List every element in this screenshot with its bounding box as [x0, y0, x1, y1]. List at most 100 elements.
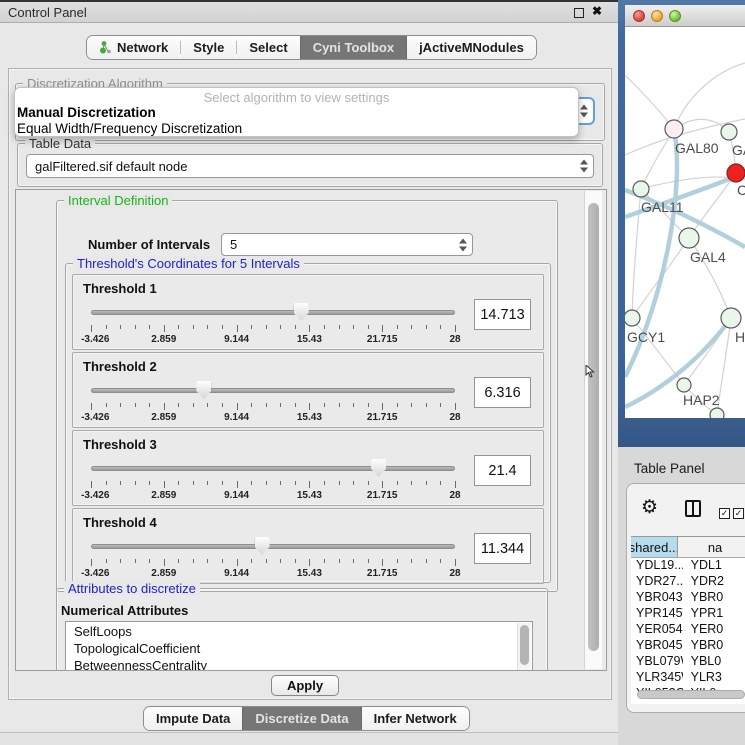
tab-select[interactable]: Select [237, 36, 299, 59]
close-icon[interactable]: ✖ [592, 4, 602, 18]
tab-impute-data[interactable]: Impute Data [144, 707, 242, 730]
tab-jactivemnodules[interactable]: jActiveMNodules [407, 36, 536, 59]
slider-track[interactable] [91, 466, 455, 471]
table-cell[interactable]: YDR2 [683, 574, 745, 590]
list-item[interactable]: BetweennessCentrality [66, 656, 532, 671]
threshold-value-field[interactable]: 11.344 [474, 533, 531, 564]
table-cell[interactable]: YER054C [631, 622, 683, 638]
apply-button[interactable]: Apply [271, 675, 339, 696]
split-columns-icon[interactable] [685, 500, 701, 517]
table-cell[interactable]: YBL0 [683, 654, 745, 670]
tick-mark [411, 481, 412, 485]
tick-mark [309, 559, 310, 566]
table-cell[interactable]: YDL1 [683, 558, 745, 574]
settings-vertical-scrollbar[interactable] [584, 191, 602, 669]
table-horizontal-scrollbar[interactable] [637, 690, 745, 699]
network-node-gal11[interactable] [633, 181, 649, 197]
table-cell[interactable]: YBR045C [631, 638, 683, 654]
slider-track[interactable] [91, 388, 455, 393]
column-header-name[interactable]: na [678, 537, 745, 557]
algorithm-placeholder-option[interactable]: Select algorithm to view settings [15, 90, 578, 105]
tick-label: 28 [449, 334, 460, 345]
slider-ticks [91, 403, 455, 411]
tick-mark [120, 559, 121, 563]
settings-scrollbar-thumb[interactable] [588, 203, 599, 651]
network-canvas[interactable]: GAL80 GA C GAL11 GAL4 GCY1 H HAP2 [625, 27, 745, 418]
network-node-gcy1[interactable] [625, 310, 640, 326]
tab-style[interactable]: Style [181, 36, 236, 59]
checkbox-icon[interactable]: ✓ [733, 508, 744, 519]
tick-label: 15.43 [297, 568, 322, 579]
threshold-slider[interactable]: -3.4262.8599.14415.4321.71528 [91, 457, 455, 503]
threshold-value-field[interactable]: 21.4 [474, 455, 531, 486]
slider-track[interactable] [91, 544, 455, 549]
attributes-list-scrollbar[interactable] [517, 623, 531, 671]
threshold-value-field[interactable]: 6.316 [474, 377, 531, 408]
slider-thumb[interactable] [255, 537, 270, 555]
table-row[interactable]: YDR27... YDR2 [631, 574, 745, 590]
algorithm-option-manual[interactable]: Manual Discretization [17, 105, 156, 120]
float-window-icon[interactable] [574, 8, 584, 18]
table-cell[interactable]: YLR345W [631, 670, 683, 686]
network-node-gal80[interactable] [665, 120, 683, 138]
tab-discretize-data[interactable]: Discretize Data [242, 707, 361, 730]
threshold-slider[interactable]: -3.4262.8599.14415.4321.71528 [91, 301, 455, 347]
table-row[interactable]: YBR045C YBR0 [631, 638, 745, 654]
network-node-h[interactable] [721, 308, 741, 328]
numerical-attributes-label: Numerical Attributes [61, 603, 188, 618]
table-cell[interactable]: YBR0 [683, 638, 745, 654]
number-of-intervals-combobox[interactable]: 5 [221, 233, 473, 256]
zoom-traffic-light[interactable] [669, 10, 681, 22]
network-node-gal4[interactable] [679, 228, 699, 248]
table-cell[interactable]: YDR27... [631, 574, 683, 590]
attributes-group: Attributes to discretize Numerical Attri… [56, 588, 548, 671]
network-node-hap2[interactable] [677, 378, 691, 392]
table-cell[interactable]: YDL19... [631, 558, 683, 574]
network-node-bottom[interactable] [710, 408, 724, 418]
tick-mark [164, 481, 165, 488]
column-header-shared-name[interactable]: shared... [631, 537, 678, 557]
tick-mark [455, 559, 456, 566]
tab-network[interactable]: Network [87, 36, 180, 59]
tick-mark [368, 403, 369, 407]
table-row[interactable]: YDL19... YDL1 [631, 558, 745, 574]
table-cell[interactable]: YPR145W [631, 606, 683, 622]
tick-label: 2.859 [151, 412, 176, 423]
table-cell[interactable]: YPR1 [683, 606, 745, 622]
gear-icon[interactable]: ⚙ [641, 496, 658, 519]
attributes-list-scrollbar-thumb[interactable] [520, 625, 529, 665]
table-cell[interactable]: YLR3 [683, 670, 745, 686]
tab-cyni-toolbox[interactable]: Cyni Toolbox [300, 36, 407, 59]
table-data-value: galFiltered.sif default node [35, 159, 187, 174]
table-row[interactable]: YBR043C YBR0 [631, 590, 745, 606]
list-item[interactable]: SelfLoops [66, 622, 532, 639]
table-row[interactable]: YLR345W YLR3 [631, 670, 745, 686]
slider-thumb[interactable] [196, 381, 211, 399]
tick-mark [106, 559, 107, 563]
slider-track[interactable] [91, 310, 455, 315]
tick-mark [397, 325, 398, 329]
threshold-slider[interactable]: -3.4262.8599.14415.4321.71528 [91, 535, 455, 581]
table-row[interactable]: YPR145W YPR1 [631, 606, 745, 622]
checkbox-icon[interactable]: ✓ [719, 508, 730, 519]
table-row[interactable]: YBL079W YBL0 [631, 654, 745, 670]
table-cell[interactable]: YBR043C [631, 590, 683, 606]
table-cell[interactable]: YBR0 [683, 590, 745, 606]
table-row[interactable]: YER054C YER0 [631, 622, 745, 638]
network-node-ga[interactable] [721, 124, 737, 140]
table-cell[interactable]: YBL079W [631, 654, 683, 670]
algorithm-option-equal-width[interactable]: Equal Width/Frequency Discretization [17, 121, 242, 136]
table-data-combobox[interactable]: galFiltered.sif default node [26, 154, 594, 178]
threshold-value-field[interactable]: 14.713 [474, 299, 531, 330]
tick-mark [178, 481, 179, 485]
threshold-slider[interactable]: -3.4262.8599.14415.4321.71528 [91, 379, 455, 425]
list-item[interactable]: TopologicalCoefficient [66, 639, 532, 656]
table-cell[interactable]: YER0 [683, 622, 745, 638]
slider-thumb[interactable] [294, 303, 309, 321]
network-node-red[interactable] [727, 164, 745, 182]
slider-thumb[interactable] [371, 459, 386, 477]
tab-infer-network[interactable]: Infer Network [362, 707, 469, 730]
minimize-traffic-light[interactable] [651, 10, 663, 22]
threshold-label: Threshold 4 [83, 515, 157, 530]
close-traffic-light[interactable] [633, 10, 645, 22]
